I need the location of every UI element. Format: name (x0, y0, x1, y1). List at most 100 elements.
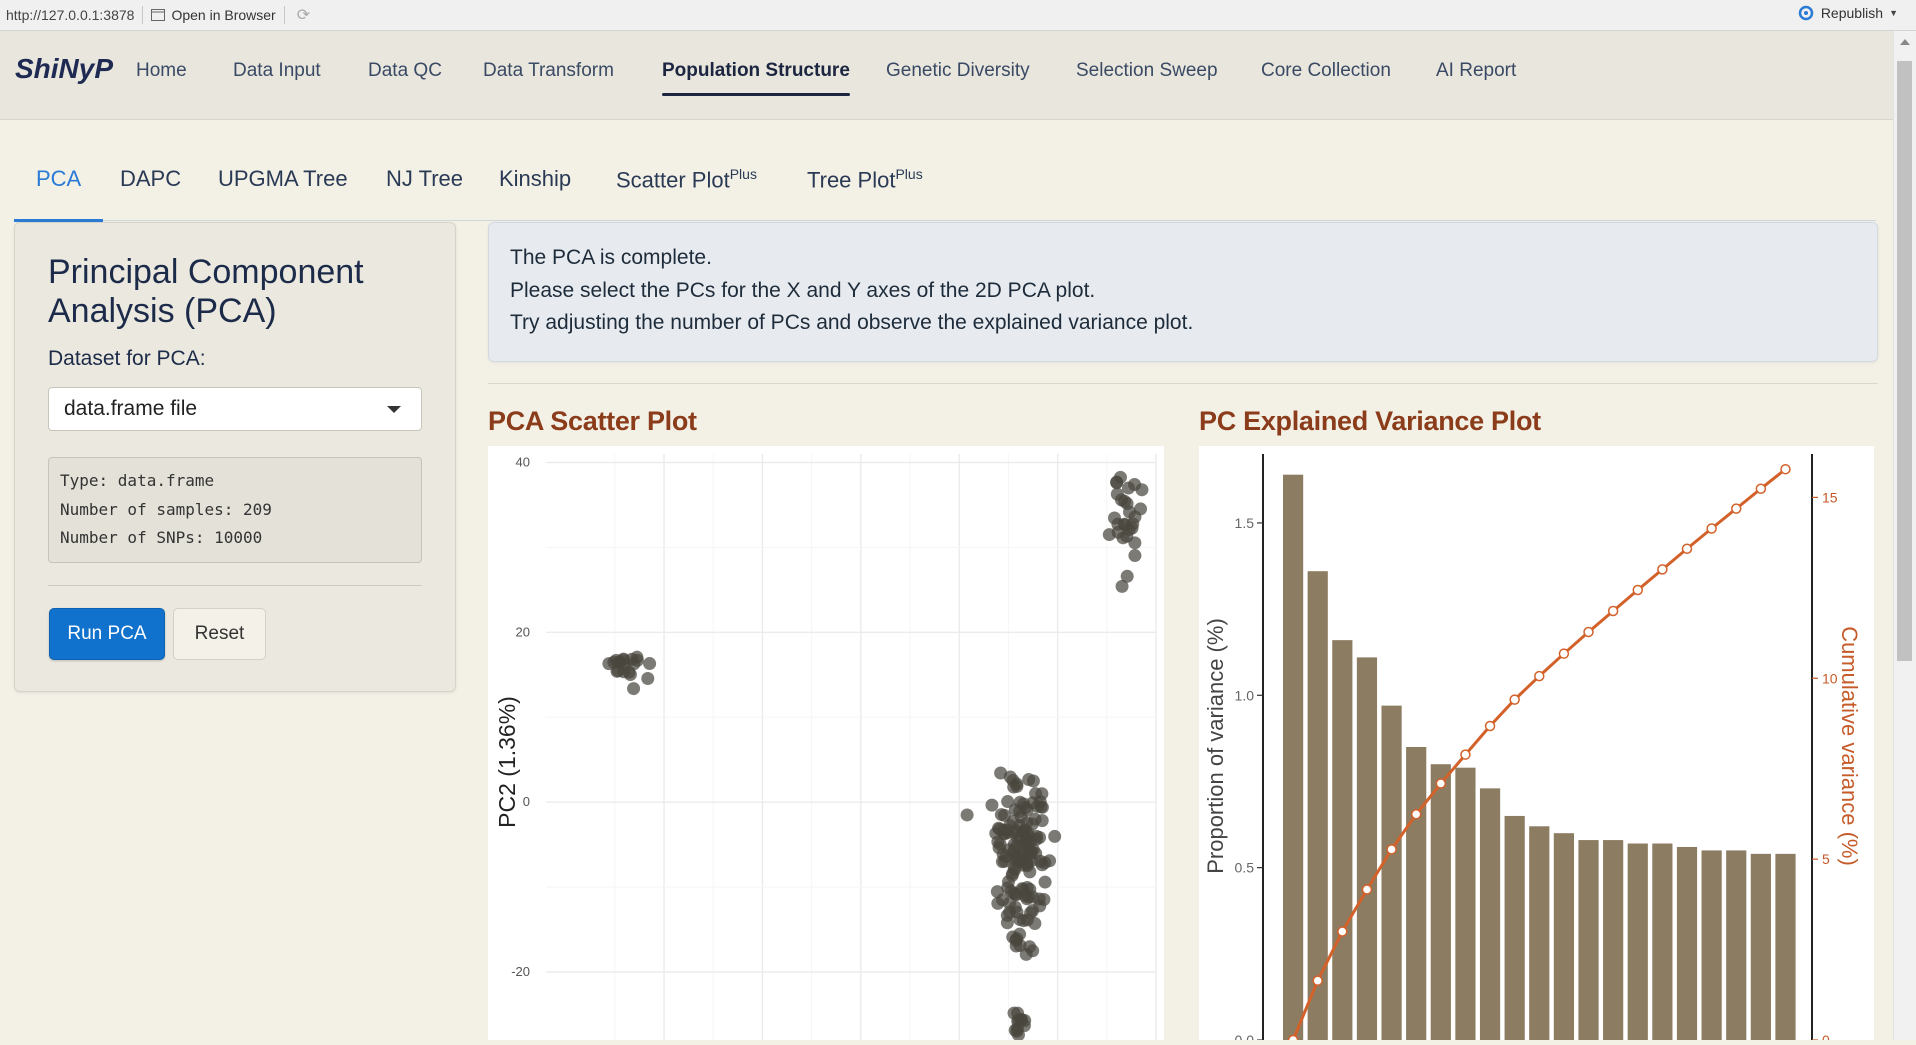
tab-label: Kinship (499, 166, 572, 191)
cumulative-point (1534, 670, 1545, 682)
tab-dapc[interactable]: DAPC (120, 166, 181, 192)
cumulative-point (1361, 884, 1373, 895)
data-point (1111, 525, 1125, 539)
data-point (1110, 476, 1124, 490)
tab-superscript: Plus (895, 166, 923, 182)
page-scrollbar[interactable] (1893, 31, 1916, 1040)
data-point (1020, 857, 1034, 871)
reset-button[interactable]: Reset (173, 608, 266, 660)
nav-data-transform[interactable]: Data Transform (483, 60, 614, 82)
data-point (1003, 770, 1017, 784)
data-point (1033, 830, 1047, 844)
y-tick-label: 0.0 (1235, 1032, 1255, 1040)
y-tick-label: 1.0 (1235, 687, 1255, 703)
info-snps: Number of SNPs: 10000 (60, 528, 263, 547)
scroll-up-icon[interactable] (1900, 39, 1910, 45)
variance-bar (1603, 840, 1624, 1040)
variance-plot-title: PC Explained Variance Plot (1199, 406, 1541, 436)
data-point (1005, 868, 1019, 882)
cumulative-point (1558, 648, 1570, 659)
data-point (641, 672, 655, 686)
nav-core-collection[interactable]: Core Collection (1261, 60, 1391, 82)
data-point (1017, 797, 1031, 811)
variance-y-axis-label: Proportion of variance (%) (1203, 618, 1228, 874)
republish-icon (1798, 5, 1814, 21)
tab-scatter-plot-plus[interactable]: Scatter PlotPlus (616, 166, 757, 193)
variance-bar (1726, 850, 1747, 1040)
open-in-browser-button[interactable]: Open in Browser (151, 7, 276, 23)
y2-tick-label: 5 (1822, 851, 1830, 867)
cumulative-point (1755, 483, 1767, 494)
data-point (627, 682, 641, 696)
variance-bar (1356, 657, 1378, 1040)
variance-bar (1652, 843, 1673, 1040)
nav-population-structure[interactable]: Population Structure (662, 60, 850, 96)
data-point (1118, 494, 1132, 508)
data-point (611, 664, 625, 678)
data-point (1128, 549, 1142, 563)
data-point (989, 826, 1003, 840)
app-navbar: ShiNyP Home Data Input Data QC Data Tran… (0, 31, 1894, 120)
chevron-down-icon[interactable]: ▼ (1889, 8, 1898, 18)
tab-pca[interactable]: PCA (13, 166, 104, 222)
variance-bar (1775, 853, 1796, 1040)
pca-scatter-svg: PC2 (1.36%) 40 20 0 -20 (494, 454, 1157, 1042)
url-label[interactable]: http://127.0.0.1:3878 (6, 7, 134, 23)
y2-tick-label: 0 (1822, 1032, 1830, 1040)
y-tick-label: 0.5 (1235, 860, 1255, 876)
y-tick-label: -20 (511, 964, 530, 979)
data-point (1023, 940, 1037, 954)
variance-bar (1455, 767, 1476, 1040)
run-pca-button[interactable]: Run PCA (49, 608, 165, 660)
data-point (1033, 854, 1047, 868)
tab-upgma-tree[interactable]: UPGMA Tree (218, 166, 348, 192)
refresh-icon[interactable]: ⟳ (297, 5, 310, 25)
toolbar-divider (283, 6, 285, 24)
data-point (623, 668, 637, 682)
cumulative-point (1681, 543, 1693, 555)
y2-tick-label: 10 (1822, 670, 1838, 686)
cumulative-point (1312, 975, 1323, 986)
nav-genetic-diversity[interactable]: Genetic Diversity (886, 60, 1030, 82)
app-brand[interactable]: ShiNyP (15, 53, 113, 85)
data-point (1034, 800, 1048, 814)
dataset-select[interactable]: data.frame file (48, 387, 422, 431)
data-point (1015, 1013, 1029, 1027)
variance-bar (1627, 843, 1648, 1040)
y-tick-label: 20 (516, 624, 530, 639)
tab-tree-plot-plus[interactable]: Tree PlotPlus (807, 166, 923, 193)
cumulative-point (1386, 844, 1397, 855)
nav-selection-sweep[interactable]: Selection Sweep (1076, 60, 1218, 82)
y-tick-label: 0 (523, 794, 530, 809)
section-divider (488, 383, 1878, 384)
republish-button[interactable]: Republish ▼ (1797, 5, 1898, 21)
data-point (1021, 829, 1035, 843)
tab-superscript: Plus (729, 166, 757, 182)
tab-nj-tree[interactable]: NJ Tree (386, 166, 463, 192)
nav-data-input[interactable]: Data Input (233, 60, 321, 82)
scrollbar-thumb[interactable] (1897, 61, 1912, 661)
nav-data-qc[interactable]: Data QC (368, 60, 442, 82)
data-point (1001, 795, 1015, 809)
cumulative-point (1337, 926, 1348, 937)
cumulative-point (1287, 1034, 1299, 1045)
data-point (1128, 536, 1142, 550)
nav-home[interactable]: Home (136, 60, 187, 82)
tab-kinship[interactable]: Kinship (499, 166, 571, 192)
cumulative-point (1484, 720, 1496, 732)
data-point (617, 652, 631, 666)
y2-tick-label: 15 (1822, 489, 1838, 505)
tab-label: NJ Tree (386, 166, 464, 191)
status-line: Please select the PCs for the X and Y ax… (510, 279, 1096, 302)
cumulative-point (1435, 778, 1447, 789)
data-point (1048, 829, 1062, 843)
data-point (992, 841, 1006, 855)
info-type: Type: data.frame (60, 471, 215, 490)
data-point (1035, 787, 1049, 801)
pc-variance-svg: Proportion of variance (%) Cumulative va… (1203, 454, 1862, 1045)
nav-ai-report[interactable]: AI Report (1436, 60, 1516, 82)
data-point (1021, 890, 1035, 904)
panel-title: Principal Component Analysis (PCA) (48, 253, 364, 330)
variance-bar (1283, 474, 1304, 1040)
variance-bar (1750, 853, 1771, 1040)
